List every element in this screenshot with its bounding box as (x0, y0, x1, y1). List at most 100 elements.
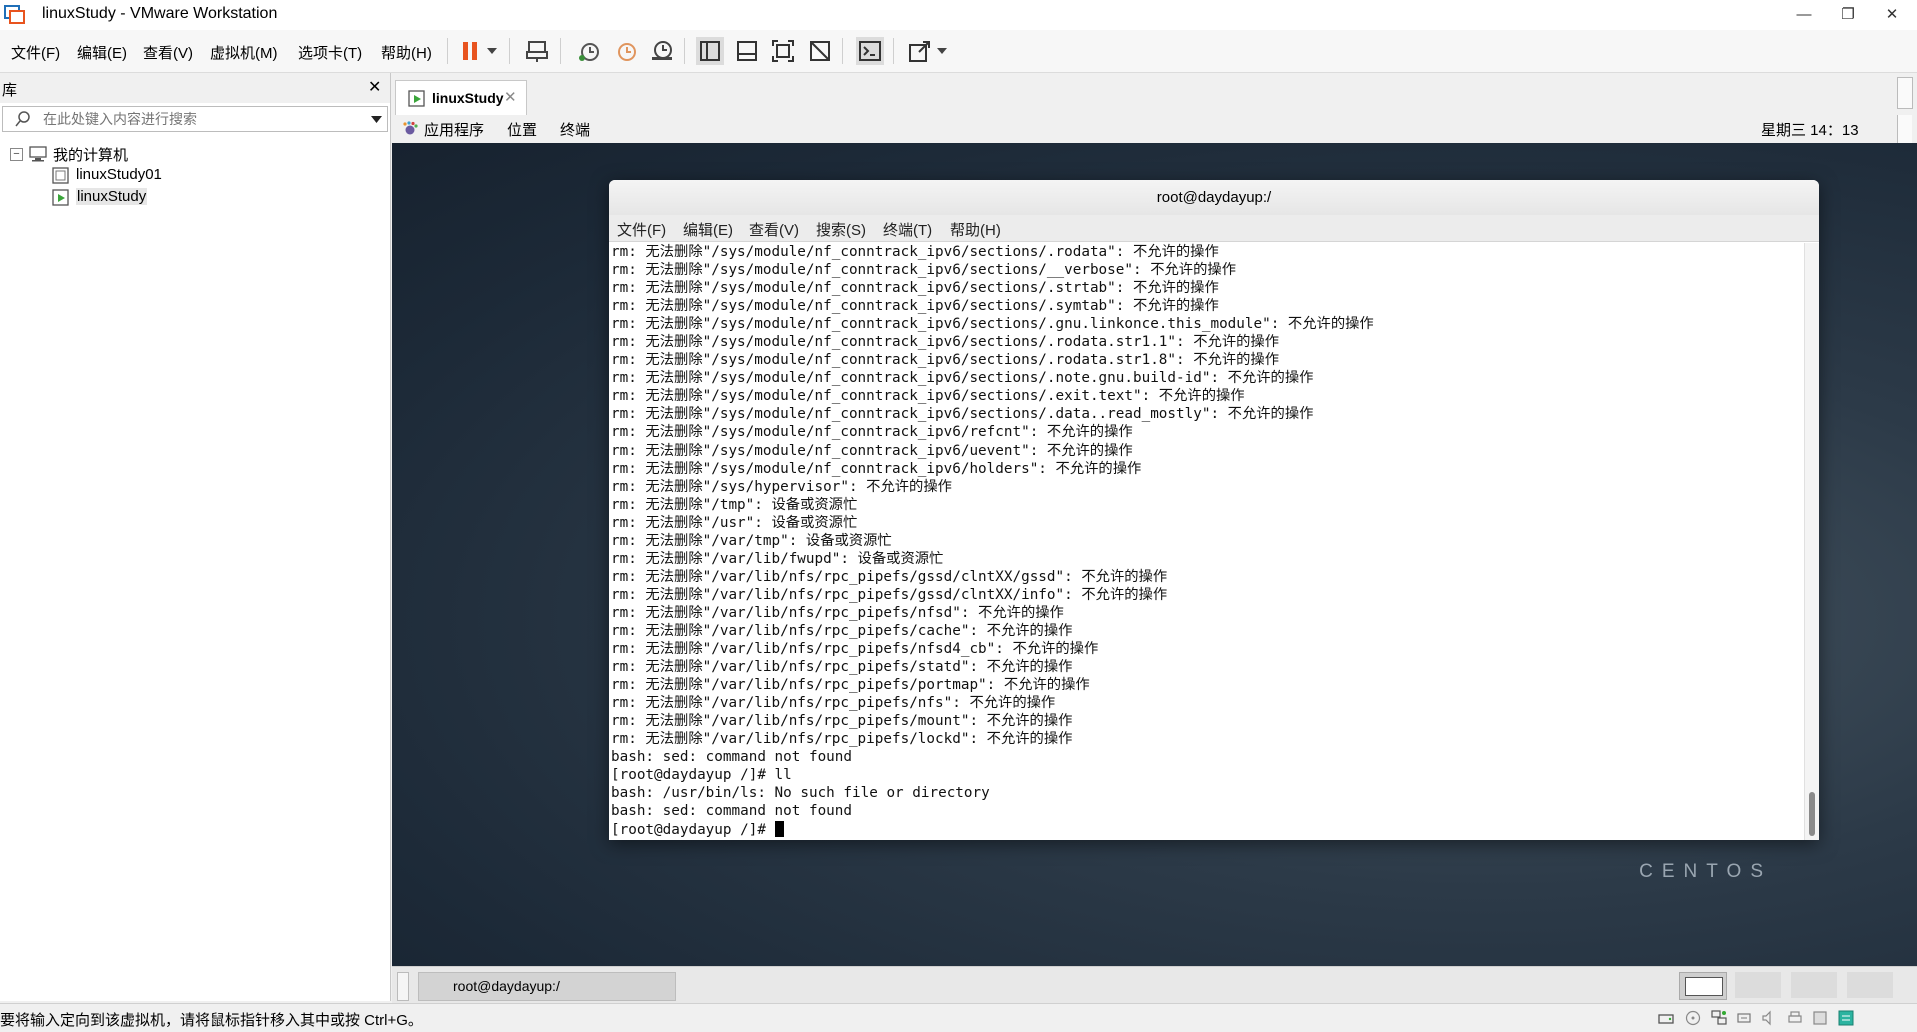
usb-controller-icon[interactable] (1736, 1010, 1752, 1026)
terminal-line: rm: 无法删除"/var/lib/nfs/rpc_pipefs/nfsd": … (611, 604, 1064, 621)
terminal-line: rm: 无法删除"/sys/module/nf_conntrack_ipv6/s… (611, 370, 1314, 387)
menu-tabs[interactable]: 选项卡(T) (298, 42, 362, 63)
workspace-4[interactable] (1847, 972, 1893, 998)
minimize-button[interactable]: — (1782, 0, 1826, 30)
hard-disk-icon[interactable] (1658, 1010, 1674, 1026)
terminal-line: rm: 无法删除"/sys/hypervisor": 不允许的操作 (611, 478, 952, 495)
gnome-foot-icon (403, 121, 418, 135)
workspace-1[interactable] (1679, 972, 1727, 1000)
snapshot-manager-icon[interactable] (648, 37, 676, 65)
terminal-line: rm: 无法删除"/var/lib/nfs/rpc_pipefs/gssd/cl… (611, 586, 1168, 603)
tab-close-icon[interactable]: ✕ (504, 88, 517, 106)
library-search-input[interactable] (41, 109, 345, 129)
unity-icon[interactable] (806, 37, 834, 65)
terminal-line: rm: 无法删除"/sys/module/nf_conntrack_ipv6/r… (611, 424, 1133, 441)
taskbar-item-terminal[interactable]: root@daydayup:/ (418, 972, 676, 1001)
gnome-clock[interactable]: 星期三 14：13 (1761, 119, 1859, 140)
send-ctrl-alt-del-icon[interactable] (524, 37, 552, 65)
terminal-menu-edit[interactable]: 编辑(E) (683, 219, 733, 240)
terminal-line: bash: sed: command not found (611, 803, 853, 820)
toolbar-separator (447, 38, 448, 64)
search-icon (15, 111, 30, 127)
thumbnail-view-icon[interactable] (733, 37, 761, 65)
terminal-scrollbar[interactable] (1804, 243, 1819, 840)
terminal-cursor (774, 820, 784, 837)
network-adapter-icon[interactable] (1711, 1010, 1727, 1026)
restore-button[interactable]: ❐ (1826, 0, 1870, 30)
terminal-title: root@daydayup:/ (609, 180, 1819, 216)
search-dropdown-icon[interactable] (371, 116, 382, 123)
terminal-line: rm: 无法删除"/var/lib/nfs/rpc_pipefs/nfsd4_c… (611, 641, 1099, 658)
terminal-line: rm: 无法删除"/var/lib/nfs/rpc_pipefs/statd":… (611, 659, 1073, 676)
library-search-box[interactable] (2, 106, 388, 132)
pause-icon[interactable] (456, 37, 484, 65)
fullscreen-icon[interactable] (769, 37, 797, 65)
gnome-terminal-menu[interactable]: 终端 (560, 119, 590, 140)
workspace-2[interactable] (1735, 972, 1781, 998)
menu-toolbar: 文件(F) 编辑(E) 查看(V) 虚拟机(M) 选项卡(T) 帮助(H) (0, 30, 1917, 73)
vm-scrollbar[interactable] (1897, 77, 1913, 109)
snapshot-revert-icon[interactable] (612, 37, 640, 65)
display-icon[interactable] (1812, 1010, 1828, 1026)
menu-vm[interactable]: 虚拟机(M) (210, 42, 278, 63)
terminal-line: rm: 无法删除"/sys/module/nf_conntrack_ipv6/s… (611, 388, 1245, 405)
tree-vm-linuxstudy[interactable]: linuxStudy (76, 188, 148, 205)
terminal-menu-help[interactable]: 帮助(H) (950, 219, 1001, 240)
menu-help[interactable]: 帮助(H) (381, 42, 432, 63)
terminal-menubar: 文件(F) 编辑(E) 查看(V) 搜索(S) 终端(T) 帮助(H) (609, 215, 1819, 242)
printer-icon[interactable] (1787, 1010, 1803, 1026)
stretch-dropdown-icon[interactable] (934, 37, 950, 65)
terminal-menu-search[interactable]: 搜索(S) (816, 219, 866, 240)
sound-card-icon[interactable] (1761, 1010, 1777, 1026)
terminal-line: rm: 无法删除"/var/lib/fwupd": 设备或资源忙 (611, 550, 944, 567)
menu-edit[interactable]: 编辑(E) (77, 42, 127, 63)
terminal-prompt-line[interactable]: [root@daydayup /]# (611, 820, 1801, 839)
pause-dropdown-icon[interactable] (484, 37, 500, 65)
guest-taskbar: root@daydayup:/ (392, 966, 1917, 1004)
status-message: 要将输入定向到该虚拟机，请将鼠标指针移入其中或按 Ctrl+G。 (0, 1012, 423, 1029)
terminal-line: [root@daydayup /]# ll (611, 767, 792, 784)
tree-collapse-toggle[interactable]: − (10, 148, 23, 161)
terminal-line: rm: 无法删除"/sys/module/nf_conntrack_ipv6/s… (611, 280, 1219, 297)
terminal-menu-terminal[interactable]: 终端(T) (883, 219, 932, 240)
menu-view[interactable]: 查看(V) (143, 42, 193, 63)
terminal-window[interactable]: root@daydayup:/ 文件(F) 编辑(E) 查看(V) 搜索(S) … (609, 180, 1819, 840)
terminal-menu-file[interactable]: 文件(F) (617, 219, 666, 240)
cd-dvd-icon[interactable] (1685, 1010, 1701, 1026)
terminal-line: bash: /usr/bin/ls: No such file or direc… (611, 785, 990, 802)
terminal-output[interactable]: rm: 无法删除"/sys/module/nf_conntrack_ipv6/s… (609, 243, 1801, 840)
vm-scrollbar[interactable] (1897, 115, 1912, 143)
console-icon[interactable] (856, 37, 884, 65)
library-view-icon[interactable] (696, 37, 724, 65)
library-close-icon[interactable]: ✕ (368, 77, 381, 97)
gnome-applications-menu[interactable]: 应用程序 (424, 119, 484, 140)
stretch-icon[interactable] (906, 37, 934, 65)
tree-vm-linuxstudy01[interactable]: linuxStudy01 (76, 166, 162, 183)
library-panel: 库 ✕ − 我的计算机 linuxStudy01 linuxStudy (0, 73, 391, 1001)
library-title: 库 (2, 82, 18, 99)
computer-icon (29, 146, 47, 162)
terminal-line: rm: 无法删除"/sys/module/nf_conntrack_ipv6/s… (611, 244, 1219, 260)
tab-label: linuxStudy (432, 90, 504, 106)
window-title: linuxStudy - VMware Workstation (42, 5, 278, 22)
toolbar-separator (509, 38, 510, 64)
message-log-icon[interactable] (1838, 1010, 1854, 1026)
terminal-line: rm: 无法删除"/sys/module/nf_conntrack_ipv6/s… (611, 262, 1236, 279)
tab-linuxstudy[interactable]: linuxStudy ✕ (395, 80, 527, 116)
menu-file[interactable]: 文件(F) (11, 42, 60, 63)
show-desktop-button[interactable] (397, 972, 409, 1001)
terminal-line: rm: 无法删除"/var/lib/nfs/rpc_pipefs/nfs": 不… (611, 695, 1056, 712)
snapshot-take-icon[interactable] (575, 37, 603, 65)
gnome-places-menu[interactable]: 位置 (507, 119, 537, 140)
tree-my-computer[interactable]: 我的计算机 (53, 144, 128, 165)
terminal-scroll-thumb[interactable] (1809, 792, 1815, 836)
workspace-3[interactable] (1791, 972, 1837, 998)
terminal-menu-view[interactable]: 查看(V) (749, 219, 799, 240)
toolbar-separator (684, 38, 685, 64)
title-bar: linuxStudy - VMware Workstation — ❐ ✕ (0, 0, 1917, 30)
terminal-prompt: [root@daydayup /]# (611, 821, 775, 838)
terminal-line: rm: 无法删除"/var/lib/nfs/rpc_pipefs/cache":… (611, 622, 1073, 639)
close-button[interactable]: ✕ (1870, 0, 1914, 30)
gnome-top-bar: 应用程序 位置 终端 星期三 14：13 (392, 115, 1917, 144)
vm-icon (52, 167, 69, 184)
